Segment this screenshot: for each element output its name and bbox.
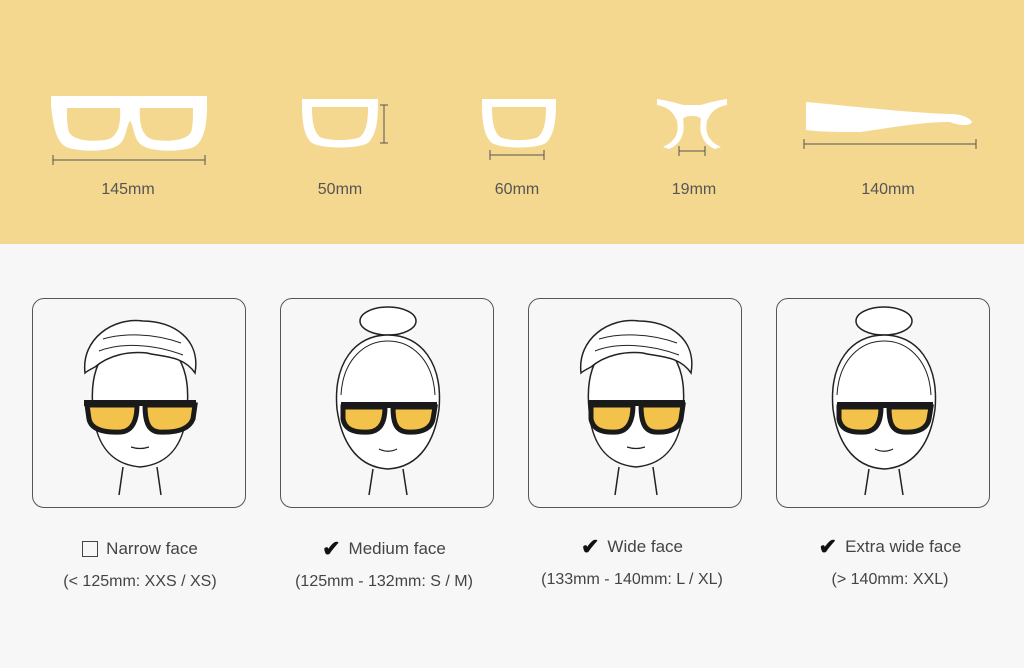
bridge-width-label: 19mm: [671, 181, 717, 198]
face-label: Wide face: [607, 537, 684, 556]
narrow-face-card[interactable]: [32, 298, 246, 508]
check-icon[interactable]: ✔: [581, 536, 599, 558]
face-label: Medium face: [348, 539, 446, 558]
size-range: (133mm - 140mm: L / XL): [541, 571, 723, 588]
wide-face-option[interactable]: ✔ Wide face (133mm - 140mm: L / XL): [508, 535, 756, 589]
temple-length-label: 140mm: [861, 181, 915, 198]
female-face-icon: [335, 306, 441, 496]
dimensions-panel: 145mm 50mm 60mm 19mm 140mm: [0, 0, 1024, 244]
narrow-face-option[interactable]: Narrow face (< 125mm: XXS / XS): [16, 537, 264, 591]
lens-height-label: 50mm: [317, 181, 363, 198]
frame-width-icon: [51, 96, 207, 165]
medium-face-option[interactable]: ✔ Medium face (125mm - 132mm: S / M): [260, 537, 508, 591]
medium-face-card[interactable]: [280, 298, 494, 508]
extra-wide-face-card[interactable]: [776, 298, 990, 508]
female-face-icon: [831, 306, 937, 496]
extra-wide-face-option[interactable]: ✔ Extra wide face (> 140mm: XXL): [766, 535, 1014, 589]
frame-width-label: 145mm: [101, 181, 155, 198]
lens-height-icon: [302, 99, 388, 148]
size-range: (125mm - 132mm: S / M): [295, 573, 473, 590]
size-range: (> 140mm: XXL): [831, 571, 949, 588]
face-label: Extra wide face: [845, 537, 962, 556]
check-icon[interactable]: ✔: [322, 538, 340, 560]
lens-width-icon: [482, 99, 556, 160]
unchecked-box-icon[interactable]: [82, 541, 99, 557]
face-label: Narrow face: [106, 539, 198, 558]
size-range: (< 125mm: XXS / XS): [63, 573, 217, 590]
temple-length-icon: [803, 102, 977, 149]
lens-width-label: 60mm: [494, 181, 540, 198]
wide-face-card[interactable]: [528, 298, 742, 508]
bridge-width-icon: [657, 99, 727, 156]
male-face-icon: [580, 319, 693, 496]
check-icon[interactable]: ✔: [819, 536, 837, 558]
male-face-icon: [84, 319, 198, 496]
